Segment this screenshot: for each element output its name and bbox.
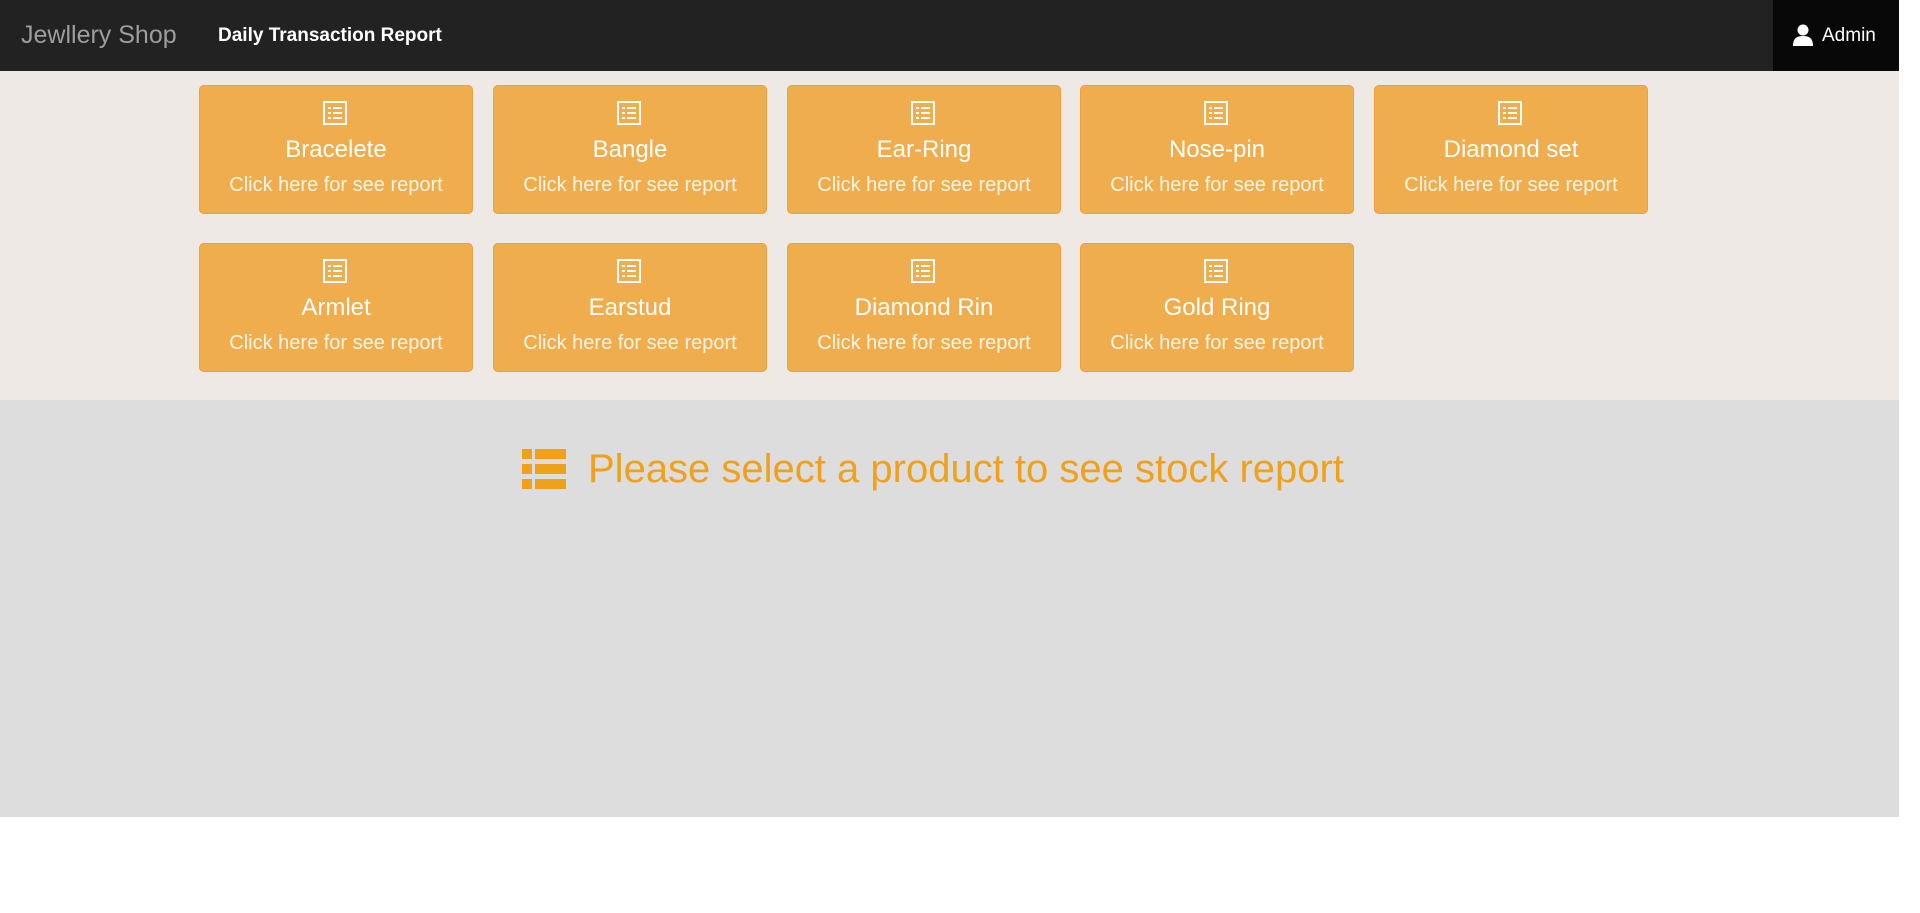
- list-alt-icon: [1204, 259, 1228, 283]
- nav-daily-transaction-report[interactable]: Daily Transaction Report: [218, 0, 442, 71]
- list-alt-icon: [911, 259, 935, 283]
- page: Jewllery Shop Daily Transaction Report A…: [0, 0, 1920, 913]
- tile-subtitle: Click here for see report: [817, 332, 1031, 354]
- tile-title: Bangle: [592, 136, 668, 163]
- tile-title: Gold Ring: [1163, 294, 1271, 321]
- th-list-icon: [522, 449, 566, 489]
- list-alt-icon: [617, 101, 641, 125]
- tile-subtitle: Click here for see report: [523, 174, 737, 196]
- tile-title: Bracelete: [285, 136, 387, 163]
- product-tiles-area: Bracelete Click here for see report Bang…: [0, 71, 1899, 400]
- list-alt-icon: [617, 259, 641, 283]
- list-alt-icon: [323, 101, 347, 125]
- tile-title: Earstud: [588, 294, 672, 321]
- list-alt-icon: [1204, 101, 1228, 125]
- tile-subtitle: Click here for see report: [1110, 332, 1324, 354]
- tile-subtitle: Click here for see report: [229, 174, 443, 196]
- product-tile-ear-ring[interactable]: Ear-Ring Click here for see report: [787, 85, 1061, 214]
- list-alt-icon: [911, 101, 935, 125]
- brand-link[interactable]: Jewllery Shop: [21, 0, 177, 71]
- navbar: Jewllery Shop Daily Transaction Report A…: [0, 0, 1899, 71]
- tile-subtitle: Click here for see report: [1110, 174, 1324, 196]
- user-name: Admin: [1822, 25, 1876, 46]
- tile-title: Ear-Ring: [876, 136, 972, 163]
- list-alt-icon: [323, 259, 347, 283]
- user-menu[interactable]: Admin: [1773, 0, 1899, 71]
- list-alt-icon: [1498, 101, 1522, 125]
- product-tile-diamond-ring[interactable]: Diamond Rin Click here for see report: [787, 243, 1061, 372]
- tile-subtitle: Click here for see report: [1404, 174, 1618, 196]
- tile-title: Diamond set: [1443, 136, 1579, 163]
- report-message-text: Please select a product to see stock rep…: [588, 447, 1344, 491]
- tile-subtitle: Click here for see report: [817, 174, 1031, 196]
- report-area: Please select a product to see stock rep…: [0, 400, 1899, 817]
- tile-title: Diamond Rin: [854, 294, 994, 321]
- user-icon: [1793, 24, 1813, 46]
- product-tile-diamond-set[interactable]: Diamond set Click here for see report: [1374, 85, 1648, 214]
- tile-subtitle: Click here for see report: [523, 332, 737, 354]
- tile-title: Nose-pin: [1168, 136, 1266, 163]
- tile-title: Armlet: [301, 294, 371, 321]
- report-message: Please select a product to see stock rep…: [522, 444, 1344, 494]
- product-tile-gold-ring[interactable]: Gold Ring Click here for see report: [1080, 243, 1354, 372]
- product-tile-earstud[interactable]: Earstud Click here for see report: [493, 243, 767, 372]
- product-tile-nose-pin[interactable]: Nose-pin Click here for see report: [1080, 85, 1354, 214]
- product-tile-bangle[interactable]: Bangle Click here for see report: [493, 85, 767, 214]
- product-tile-armlet[interactable]: Armlet Click here for see report: [199, 243, 473, 372]
- tile-subtitle: Click here for see report: [229, 332, 443, 354]
- product-tile-bracelete[interactable]: Bracelete Click here for see report: [199, 85, 473, 214]
